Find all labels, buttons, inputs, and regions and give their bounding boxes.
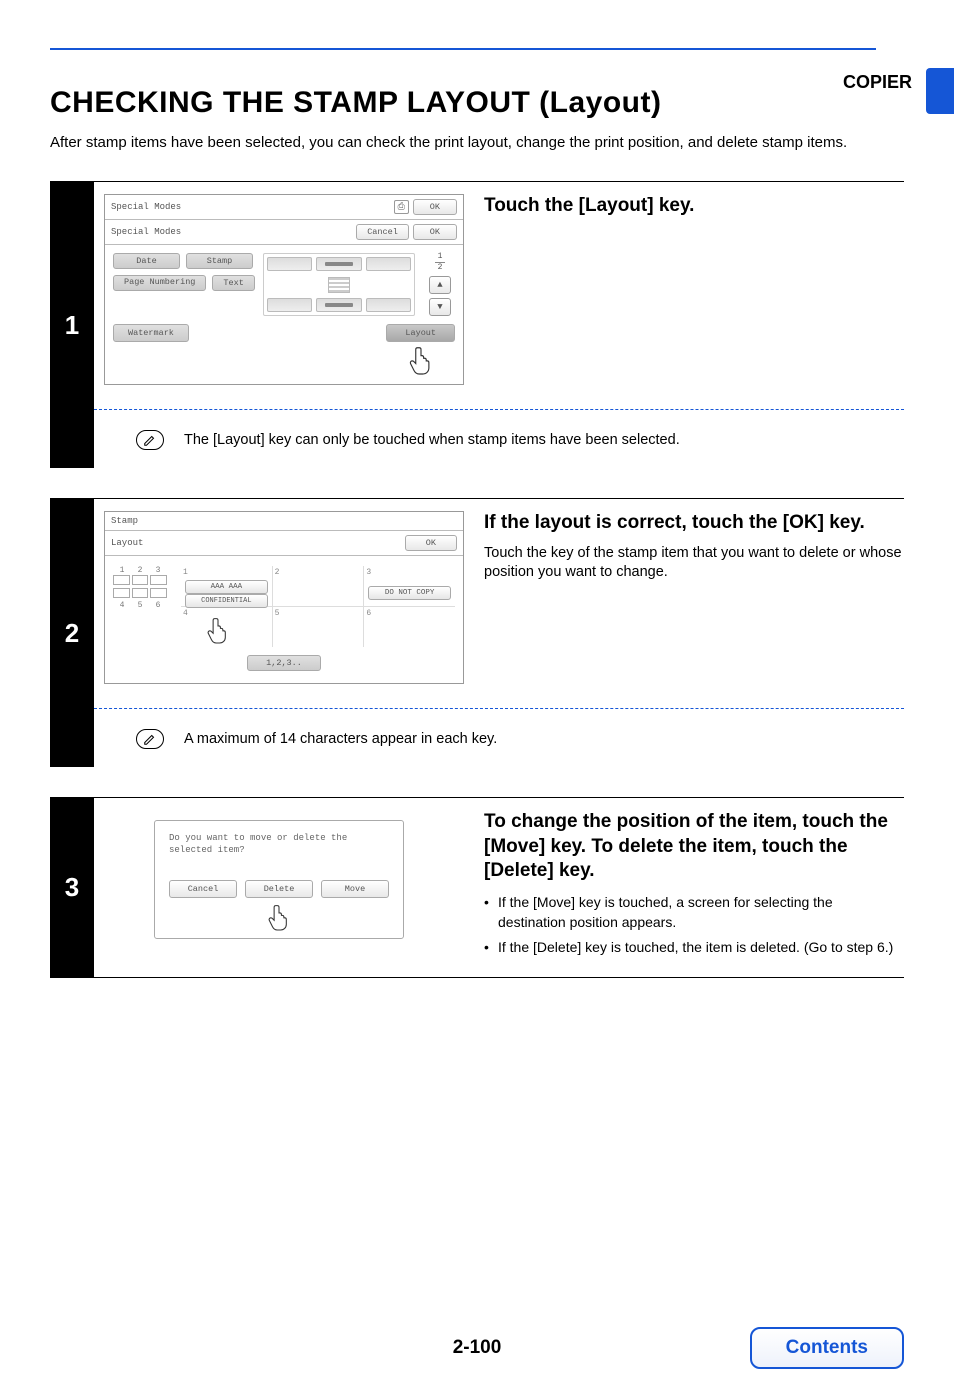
step-heading: To change the position of the item, touc… [484,810,904,884]
grid-cell-6[interactable]: 6 [364,607,455,647]
section-tab-handle[interactable] [926,68,954,114]
step-bullets: If the [Move] key is touched, a screen f… [484,892,904,957]
grid-cell-5[interactable]: 5 [273,607,365,647]
step-number: 2 [50,499,94,767]
stamp-item-donotcopy[interactable]: DO NOT COPY [368,586,451,600]
layout-preview [263,253,415,316]
pencil-note-icon [136,430,164,450]
cancel-button[interactable]: Cancel [356,224,409,240]
step1-screenshot: Special Modes ⎙ OK Special Modes Cancel … [104,194,464,385]
ok-button-2[interactable]: OK [413,224,457,240]
touch-hand-icon [205,615,231,645]
pos-top-center[interactable] [316,257,361,271]
touch-hand-icon [407,344,435,376]
contents-button[interactable]: Contents [750,1327,904,1369]
grid-cell-1[interactable]: 1 AAA AAA CONFIDENTIAL [181,566,273,606]
step-desc: Touch the key of the stamp item that you… [484,544,904,583]
print-icon: ⎙ [394,200,409,214]
step-3: 3 Do you want to move or delete the sele… [50,797,904,978]
text-button[interactable]: Text [212,275,254,291]
ok-button[interactable]: OK [413,199,457,215]
page-numbering-button[interactable]: Page Numbering [113,275,206,291]
step-heading: Touch the [Layout] key. [484,194,904,219]
page-counter: 1 2 [435,253,445,272]
step-1: 1 Special Modes ⎙ OK Special Modes [50,181,904,468]
step3-dialog: Do you want to move or delete the select… [154,820,404,939]
scroll-down-button[interactable]: ▼ [429,298,451,316]
date-button[interactable]: Date [113,253,180,269]
stamp-title: Stamp [111,516,138,526]
move-button[interactable]: Move [321,880,389,898]
step-heading: If the layout is correct, touch the [OK]… [484,511,904,536]
step-number: 3 [50,798,94,977]
ok-button[interactable]: OK [405,535,457,551]
cancel-button[interactable]: Cancel [169,880,237,898]
page-numbering-item[interactable]: 1,2,3.. [247,655,321,671]
delete-button[interactable]: Delete [245,880,313,898]
section-tab-label: COPIER [843,68,926,93]
grid-cell-3[interactable]: 3 DO NOT COPY [364,566,455,606]
modes-title-2: Special Modes [111,227,181,237]
stamp-button[interactable]: Stamp [186,253,253,269]
scroll-up-button[interactable]: ▲ [429,276,451,294]
pos-bot-left[interactable] [267,298,312,312]
step-2: 2 Stamp Layout OK [50,498,904,767]
pos-top-left[interactable] [267,257,312,271]
page-title: CHECKING THE STAMP LAYOUT (Layout) [50,86,904,120]
pencil-note-icon [136,729,164,749]
note-text: A maximum of 14 characters appear in eac… [184,731,497,747]
modes-title: Special Modes [111,202,181,212]
step2-screenshot: Stamp Layout OK 1 [104,511,464,684]
layout-button[interactable]: Layout [386,324,455,342]
layout-title: Layout [111,538,143,548]
pos-bot-right[interactable] [366,298,411,312]
header-rule [50,48,876,50]
dialog-message: Do you want to move or delete the select… [169,833,389,856]
grid-cell-2[interactable]: 2 [273,566,365,606]
touch-hand-icon [266,902,292,932]
intro-text: After stamp items have been selected, yo… [50,134,904,151]
step-number: 1 [50,182,94,468]
watermark-button[interactable]: Watermark [113,324,189,342]
pos-bot-center[interactable] [316,298,361,312]
position-diagram: 1 2 3 4 5 6 [113,566,167,610]
pos-top-right[interactable] [366,257,411,271]
bullet-item: If the [Move] key is touched, a screen f… [484,892,904,933]
note-text: The [Layout] key can only be touched whe… [184,432,680,448]
bullet-item: If the [Delete] key is touched, the item… [484,937,904,957]
stamp-item-aaa[interactable]: AAA AAA [185,580,268,594]
document-icon [328,277,350,293]
stamp-item-confidential[interactable]: CONFIDENTIAL [185,594,268,608]
